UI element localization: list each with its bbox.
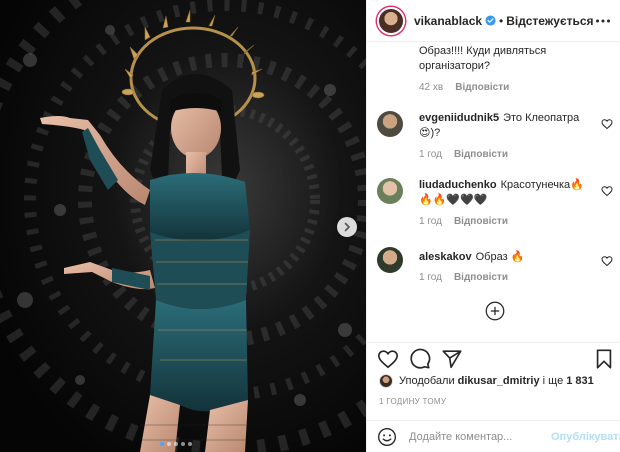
heart-icon[interactable] [601, 117, 613, 130]
emoji-icon[interactable] [377, 427, 397, 447]
commenter-avatar[interactable] [377, 111, 403, 137]
reply-button[interactable]: Відповісти [455, 82, 509, 93]
author-avatar[interactable] [377, 6, 405, 35]
comment-meta: 1 год Відповісти [419, 216, 508, 227]
post-actions-bar [367, 342, 620, 372]
comment-time: 1 год [419, 216, 442, 227]
comment-meta: 42 хв Відповісти [419, 82, 509, 93]
reply-button[interactable]: Відповісти [454, 272, 508, 283]
comment-composer: Опублікувати [367, 420, 620, 452]
comment-time: 1 год [419, 272, 442, 283]
following-button[interactable]: Відстежується [506, 14, 593, 28]
comment-content: evgeniidudnik5 Это Клеопатра 😍)? [419, 111, 595, 141]
comment-content: liudaduchenko Красотунечка🔥🔥🔥🖤🖤🖤 [419, 178, 595, 208]
comment-time: 1 год [419, 149, 442, 160]
carousel-dot [174, 442, 178, 446]
carousel-dot [188, 442, 192, 446]
carousel-dot [160, 442, 164, 446]
likes-user[interactable]: dikusar_dmitriy [458, 375, 540, 387]
publish-button[interactable]: Опублікувати [551, 431, 620, 443]
carousel-dot [167, 442, 171, 446]
heart-icon[interactable] [377, 348, 399, 370]
comment-icon[interactable] [409, 348, 431, 370]
commenter-avatar[interactable] [377, 178, 403, 204]
comment-content: aleskakov Образ 🔥 [419, 250, 595, 265]
comment-username[interactable]: evgeniidudnik5 [419, 112, 499, 124]
post-photo[interactable] [0, 0, 366, 452]
likes-summary[interactable]: Уподобали dikusar_dmitriy і ще 1 831 [379, 374, 594, 388]
reply-button[interactable]: Відповісти [454, 216, 508, 227]
more-options-icon[interactable] [595, 14, 611, 28]
comment-username[interactable]: aleskakov [419, 251, 472, 263]
heart-icon[interactable] [601, 184, 613, 197]
post-timestamp[interactable]: 1 годину тому [379, 397, 446, 406]
plus-circle-icon[interactable] [485, 301, 505, 321]
likes-prefix: Уподобали [399, 375, 455, 387]
chevron-right-icon [344, 222, 351, 232]
carousel-next-button[interactable] [337, 217, 357, 237]
header-separator: • [499, 13, 504, 28]
comment-time: 42 хв [419, 82, 444, 93]
bookmark-icon[interactable] [593, 348, 615, 370]
carousel-indicator [160, 442, 192, 446]
heart-icon[interactable] [601, 254, 613, 267]
post-header: vikanablack • Відстежується [367, 0, 620, 42]
author-username[interactable]: vikanablack [414, 14, 482, 28]
comment-username[interactable]: liudaduchenko [419, 179, 497, 191]
carousel-dot [181, 442, 185, 446]
comment-meta: 1 год Відповісти [419, 272, 508, 283]
reply-button[interactable]: Відповісти [454, 149, 508, 160]
verified-badge-icon [485, 15, 496, 26]
comment-input[interactable] [409, 430, 551, 443]
liker-avatar [379, 374, 393, 388]
commenter-avatar[interactable] [377, 247, 403, 273]
post-detail-panel: vikanablack • Відстежується Образ!!!! Ку… [366, 0, 620, 452]
likes-count[interactable]: 1 831 [566, 375, 594, 387]
likes-middle: і ще [542, 375, 564, 387]
comments-list[interactable]: Образ!!!! Куди дивляться організатори? 4… [367, 42, 620, 342]
comment-text: Образ!!!! Куди дивляться організатори? [419, 45, 547, 72]
share-icon[interactable] [441, 348, 463, 370]
comment-text: Образ 🔥 [475, 251, 525, 263]
comment-meta: 1 год Відповісти [419, 149, 508, 160]
post-photo-illustration [0, 0, 366, 452]
